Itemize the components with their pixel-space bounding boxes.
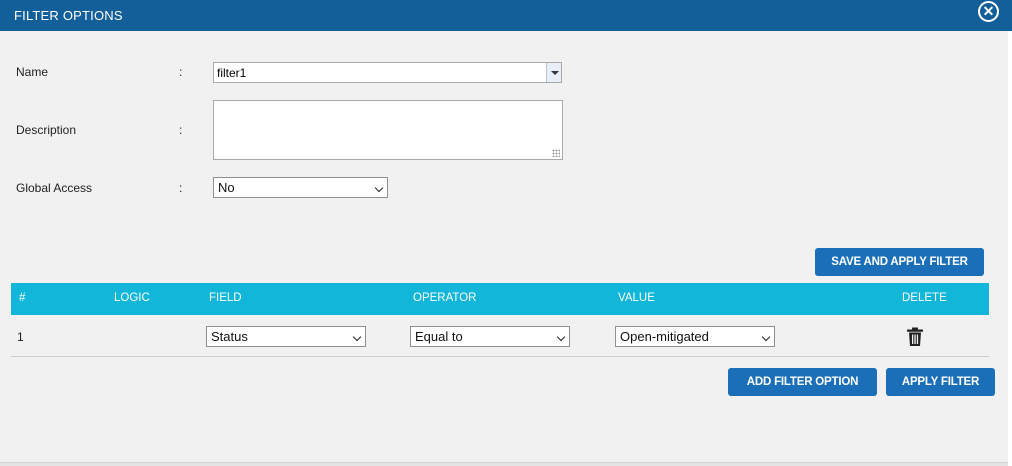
chevron-down-icon bbox=[374, 183, 384, 193]
field-value: Status bbox=[211, 329, 248, 344]
global-access-label: Global Access bbox=[16, 181, 93, 195]
description-textarea[interactable] bbox=[213, 100, 563, 160]
chevron-down-icon bbox=[556, 332, 566, 342]
name-dropdown-button[interactable] bbox=[546, 63, 561, 82]
header-num: # bbox=[19, 292, 26, 304]
filter-table-header: # LOGIC FIELD OPERATOR VALUE DELETE bbox=[11, 283, 989, 315]
operator-select[interactable]: Equal to bbox=[410, 326, 570, 347]
resize-grip-icon[interactable] bbox=[552, 149, 560, 157]
dialog-bottom-edge bbox=[0, 462, 1008, 466]
add-filter-option-button[interactable]: ADD FILTER OPTION bbox=[728, 368, 877, 396]
global-access-colon: : bbox=[179, 181, 183, 195]
operator-value: Equal to bbox=[415, 329, 463, 344]
header-value: VALUE bbox=[618, 292, 655, 304]
description-label: Description bbox=[16, 123, 77, 137]
dialog-title: FILTER OPTIONS bbox=[14, 8, 123, 23]
global-access-value: No bbox=[218, 180, 235, 195]
value-select[interactable]: Open-mitigated bbox=[615, 326, 775, 347]
header-field: FIELD bbox=[209, 292, 242, 304]
close-icon[interactable]: ✕ bbox=[978, 1, 999, 22]
name-colon: : bbox=[179, 65, 183, 79]
dialog-right-edge bbox=[1008, 31, 1012, 466]
table-row: 1 Status Equal to Open-mitigated bbox=[11, 316, 989, 357]
header-delete: DELETE bbox=[902, 292, 947, 304]
field-select[interactable]: Status bbox=[206, 326, 366, 347]
value-value: Open-mitigated bbox=[620, 329, 709, 344]
name-label: Name bbox=[16, 65, 49, 79]
header-operator: OPERATOR bbox=[413, 292, 477, 304]
name-input[interactable] bbox=[214, 63, 546, 82]
chevron-down-icon bbox=[761, 332, 771, 342]
apply-filter-button[interactable]: APPLY FILTER bbox=[886, 368, 995, 396]
name-combobox[interactable] bbox=[213, 62, 562, 83]
header-logic: LOGIC bbox=[114, 292, 150, 304]
chevron-down-icon bbox=[352, 332, 362, 342]
global-access-select[interactable]: No bbox=[213, 177, 388, 198]
trash-icon[interactable] bbox=[906, 327, 924, 347]
dialog-titlebar: FILTER OPTIONS ✕ bbox=[0, 0, 1012, 31]
description-colon: : bbox=[179, 123, 183, 137]
save-and-apply-filter-button[interactable]: SAVE AND APPLY FILTER bbox=[815, 248, 984, 276]
row-number: 1 bbox=[17, 330, 24, 344]
